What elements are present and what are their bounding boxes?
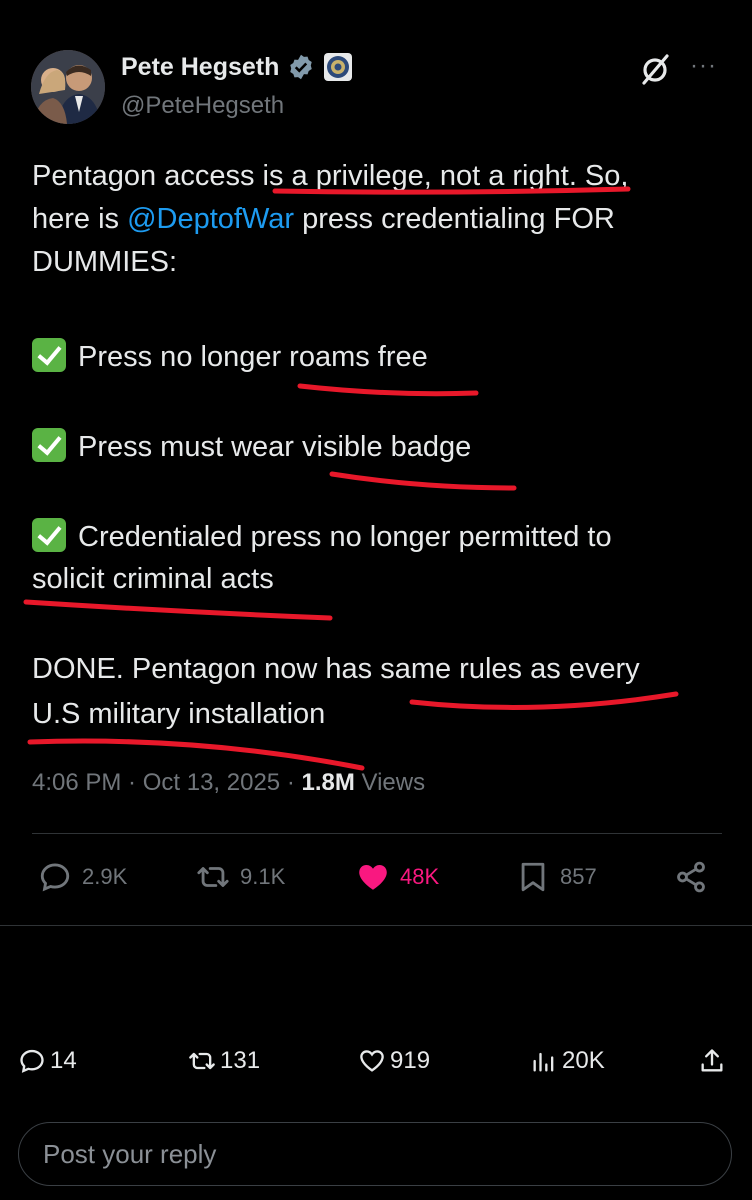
reply-count: 2.9K xyxy=(82,864,128,889)
tweet-text: Pentagon access xyxy=(32,160,263,192)
date-text: Oct 13, 2025 xyxy=(142,769,281,796)
tweet-text: press credentialing FOR xyxy=(294,203,615,235)
bookmark-button[interactable]: 857 xyxy=(516,860,597,894)
author-avatar[interactable] xyxy=(31,50,105,124)
bookmark-count: 857 xyxy=(560,864,597,889)
checklist-text: Credentialed press no longer permitted t… xyxy=(78,521,612,553)
tweet-line-1: Pentagon access is a privilege, not a ri… xyxy=(32,160,628,193)
reply-button[interactable]: 2.9K xyxy=(38,860,127,894)
checklist-item-3-cont: solicit criminal acts xyxy=(32,563,274,595)
repost-count: 9.1K xyxy=(240,864,286,889)
bottom-reply-button[interactable]: 14 xyxy=(18,1047,77,1075)
repost-icon xyxy=(189,1052,215,1070)
underline-visible-badge xyxy=(329,471,517,491)
tweet-line-2: here is @DeptofWar press credentialing F… xyxy=(32,203,615,236)
tweet-screen: Pete Hegseth @PeteHegseth ··· Pentagon a… xyxy=(0,0,752,1200)
time-text: 4:06 PM xyxy=(32,769,122,796)
divider xyxy=(0,925,752,926)
analytics-icon xyxy=(533,1052,554,1072)
tweet-text-underlined: is a privilege, not a right. xyxy=(262,160,577,192)
views-count: 1.8M xyxy=(301,769,355,796)
tweet-text: So, xyxy=(576,160,629,192)
tweet-text: here is xyxy=(32,203,128,235)
underline-same-rules xyxy=(409,691,679,710)
more-horizontal-icon[interactable]: ··· xyxy=(690,52,717,80)
verified-badge-icon xyxy=(290,54,313,80)
checklist-item-1: Press no longer roams free xyxy=(32,338,428,374)
repost-icon xyxy=(197,867,229,887)
bottom-repost-count: 131 xyxy=(220,1047,261,1074)
like-count: 48K xyxy=(400,864,440,889)
checklist-text: Press must wear visible badge xyxy=(78,431,472,463)
checkmark-icon xyxy=(32,338,66,372)
tweet-line-3: DUMMIES: xyxy=(32,246,177,278)
divider xyxy=(32,833,722,834)
author-name[interactable]: Pete Hegseth xyxy=(121,53,279,82)
like-button[interactable]: 48K xyxy=(356,860,439,894)
reply-icon xyxy=(40,863,70,892)
bottom-reply-count: 14 xyxy=(50,1047,77,1074)
checkmark-icon xyxy=(32,428,66,462)
reply-placeholder: Post your reply xyxy=(43,1138,217,1169)
separator: · xyxy=(121,769,143,796)
bottom-views-button[interactable]: 20K xyxy=(530,1047,605,1075)
underline-military-install xyxy=(27,738,365,771)
done-line-2: U.S military installation xyxy=(32,698,326,730)
underline-roams-free xyxy=(297,383,479,397)
upload-share-icon xyxy=(701,1049,723,1072)
checklist-item-2: Press must wear visible badge xyxy=(32,428,471,464)
bottom-views-count: 20K xyxy=(562,1047,605,1074)
department-seal-icon xyxy=(324,53,353,81)
bookmark-icon xyxy=(521,862,545,892)
bottom-share-button[interactable] xyxy=(698,1047,726,1075)
grok-slash-icon[interactable] xyxy=(638,52,672,86)
reply-icon xyxy=(20,1049,44,1073)
tweet-timestamp[interactable]: 4:06 PM · Oct 13, 2025 · 1.8M Views xyxy=(32,769,425,797)
checklist-item-3: Credentialed press no longer permitted t… xyxy=(32,518,612,554)
checklist-text: Press no longer roams free xyxy=(78,341,428,373)
heart-filled-icon xyxy=(359,864,387,890)
mention-link[interactable]: @DeptofWar xyxy=(127,203,294,235)
views-label: Views xyxy=(354,769,426,796)
done-line-1: DONE. Pentagon now has same rules as eve… xyxy=(32,653,640,685)
share-icon xyxy=(677,861,705,893)
bottom-repost-button[interactable]: 131 xyxy=(188,1047,260,1075)
checkmark-icon xyxy=(32,518,66,552)
reply-input[interactable]: Post your reply xyxy=(18,1122,732,1186)
heart-outline-icon xyxy=(360,1050,384,1072)
underline-solicit xyxy=(23,599,333,621)
repost-button[interactable]: 9.1K xyxy=(196,860,285,894)
author-name-row[interactable]: Pete Hegseth xyxy=(121,52,353,82)
author-handle[interactable]: @PeteHegseth xyxy=(121,92,284,120)
bottom-like-count: 919 xyxy=(390,1047,431,1074)
separator: · xyxy=(280,769,302,796)
share-button[interactable] xyxy=(674,860,708,894)
bottom-like-button[interactable]: 919 xyxy=(358,1047,430,1075)
